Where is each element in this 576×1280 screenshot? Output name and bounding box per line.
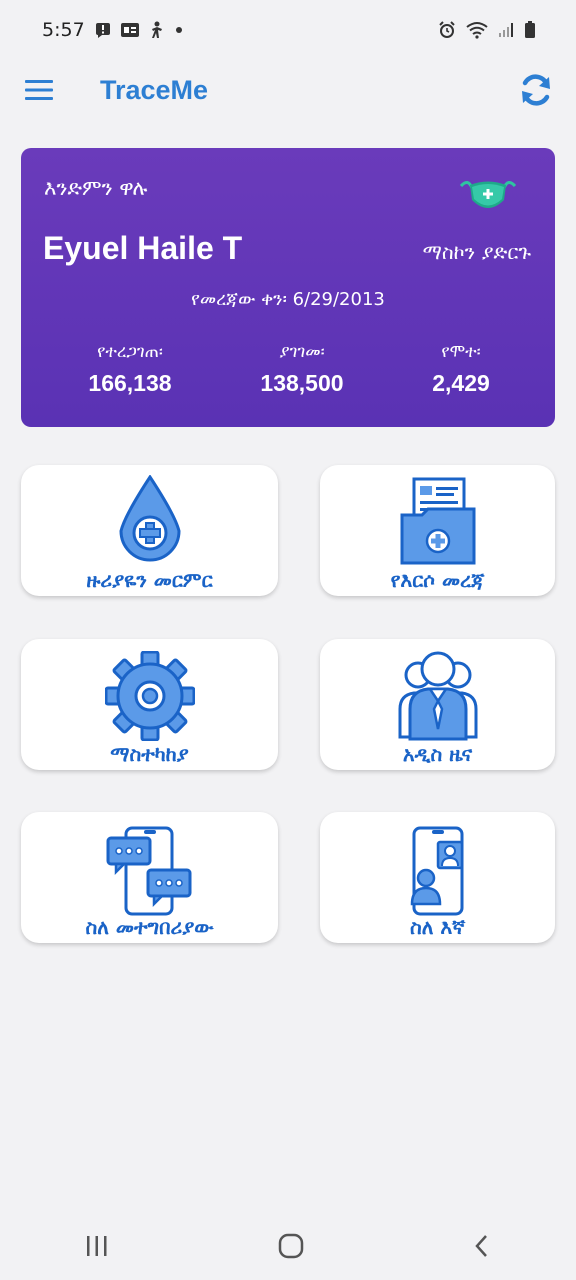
tile-news[interactable]: አዲስ ዜና [320,639,555,770]
stat-label: የሞተ፡ [441,342,481,362]
status-time: 5:57 [42,19,85,41]
wear-mask-link[interactable]: ማስኮን ያድርጉ [423,240,531,264]
tile-label: የእርሶ መረጃ [390,568,485,592]
tile-label: ስለ መተግበሪያው [85,915,214,939]
gear-icon [104,650,195,745]
covid-summary-card: እንድምን ዋሉ Eyuel Haile T ማስኮን ያድርጉ የመረጃው ቀ… [21,148,555,427]
greeting-text: እንድምን ዋሉ [44,176,148,200]
back-icon[interactable] [473,1234,491,1258]
wifi-icon [466,21,488,39]
stat-label: ያገገመ፡ [279,342,325,362]
tile-label: አዲስ ዜና [402,742,473,766]
tile-label: ማስተካከያ [110,742,189,766]
stat-value: 166,138 [88,370,172,396]
data-date: የመረጃው ቀን፡ 6/29/2013 [191,289,385,310]
signal-icon [498,22,514,38]
tile-label: ስለ እኛ [409,915,465,939]
tile-check-surroundings[interactable]: ዙሪያዬን መርምር [21,465,278,596]
stat-value: 2,429 [432,370,490,396]
refresh-icon[interactable] [518,72,554,108]
alarm-icon [438,21,456,39]
alert-notification-icon [95,22,111,38]
face-mask-icon [458,176,518,220]
stat-recovered: ያገገመ፡ 138,500 [222,342,382,397]
home-icon[interactable] [278,1233,304,1259]
tile-about-us[interactable]: ስለ እኛ [320,812,555,943]
group-icon [396,649,480,745]
status-right [438,21,536,39]
system-nav-bar [0,1212,576,1280]
tile-label: ዙሪያዬን መርምር [86,568,213,592]
user-name: Eyuel Haile T [43,230,243,266]
stat-confirmed: የተረጋገጠ፡ 166,138 [50,342,210,397]
news-notification-icon [120,23,139,37]
tile-settings[interactable]: ማስተካከያ [21,639,278,770]
stat-deaths: የሞተ፡ 2,429 [381,342,541,397]
drop-cross-icon [115,474,185,573]
stat-label: የተረጋገጠ፡ [97,342,163,362]
tile-your-info[interactable]: የእርሶ መረጃ [320,465,555,596]
medical-folder-icon [398,475,478,571]
stat-value: 138,500 [260,370,344,396]
battery-icon [524,21,536,39]
chat-phone-icon [106,826,194,920]
tile-about-app[interactable]: ስለ መተግበሪያው [21,812,278,943]
app-title: TraceMe [100,74,209,105]
app-bar: TraceMe [0,60,576,120]
accessibility-notification-icon [149,21,165,39]
status-left: 5:57 [42,19,183,41]
more-notifications-dot-icon [175,26,183,34]
contact-phone-icon [408,826,468,920]
recent-apps-icon[interactable] [85,1235,109,1257]
menu-icon[interactable] [24,79,54,101]
status-bar: 5:57 [0,0,576,60]
